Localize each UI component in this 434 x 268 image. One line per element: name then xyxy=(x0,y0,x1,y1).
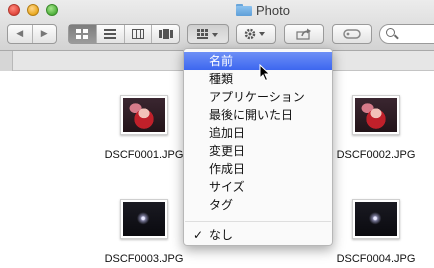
file-item[interactable]: DSCF0001.JPG xyxy=(96,95,192,161)
close-window-button[interactable] xyxy=(8,4,20,16)
menu-item-date-modified[interactable]: 変更日 xyxy=(184,142,332,160)
arrange-grid-icon xyxy=(197,29,218,39)
share-button[interactable] xyxy=(284,24,324,44)
menu-item-date-created[interactable]: 作成日 xyxy=(184,160,332,178)
window-title: Photo xyxy=(236,2,290,18)
menu-item-kind[interactable]: 種類 xyxy=(184,70,332,88)
window-title-text: Photo xyxy=(256,2,290,18)
list-view-icon xyxy=(104,29,117,39)
forward-arrow-icon: ▶ xyxy=(40,29,48,39)
list-view-button[interactable] xyxy=(95,25,124,43)
forward-button[interactable]: ▶ xyxy=(31,25,57,43)
window-titlebar: Photo ◀ ▶ xyxy=(0,0,434,51)
back-arrow-icon: ◀ xyxy=(16,29,24,39)
back-forward-buttons: ◀ ▶ xyxy=(7,24,57,44)
menu-item-last-opened[interactable]: 最後に開いた日 xyxy=(184,106,332,124)
file-thumbnail xyxy=(352,199,400,239)
arrange-menu: 名前 種類 アプリケーション 最後に開いた日 追加日 変更日 作成日 サイズ タ… xyxy=(183,48,333,246)
search-field[interactable] xyxy=(379,24,434,44)
view-mode-segmented-control xyxy=(68,24,180,44)
menu-item-name[interactable]: 名前 xyxy=(184,52,332,70)
minimize-window-button[interactable] xyxy=(27,4,39,16)
arrange-button[interactable] xyxy=(187,24,229,44)
tag-icon xyxy=(343,29,361,39)
menu-item-application[interactable]: アプリケーション xyxy=(184,88,332,106)
file-thumbnail xyxy=(120,199,168,239)
file-item[interactable]: DSCF0004.JPG xyxy=(328,199,424,265)
share-icon xyxy=(296,28,311,40)
tab-bar-edge xyxy=(0,51,13,71)
folder-icon xyxy=(236,4,252,16)
photo-thumbnail-image xyxy=(123,98,165,132)
menu-separator xyxy=(185,221,331,222)
menu-item-none[interactable]: ✓ なし xyxy=(184,226,332,244)
file-name: DSCF0004.JPG xyxy=(336,253,416,265)
checkmark-icon: ✓ xyxy=(193,228,204,242)
search-icon xyxy=(386,28,395,37)
file-name: DSCF0002.JPG xyxy=(336,149,416,161)
file-item[interactable]: DSCF0002.JPG xyxy=(328,95,424,161)
photo-thumbnail-image xyxy=(123,202,165,236)
coverflow-view-button[interactable] xyxy=(151,25,179,43)
menu-item-none-label: なし xyxy=(209,228,234,242)
menu-item-size[interactable]: サイズ xyxy=(184,178,332,196)
file-item[interactable]: DSCF0003.JPG xyxy=(96,199,192,265)
gear-icon xyxy=(244,28,265,40)
tags-button[interactable] xyxy=(332,24,372,44)
file-name: DSCF0001.JPG xyxy=(104,149,184,161)
icon-view-icon xyxy=(76,29,89,39)
photo-thumbnail-image xyxy=(355,98,397,132)
file-thumbnail xyxy=(120,95,168,135)
column-view-icon xyxy=(131,29,144,39)
back-button[interactable]: ◀ xyxy=(8,25,32,43)
menu-item-date-added[interactable]: 追加日 xyxy=(184,124,332,142)
column-view-button[interactable] xyxy=(123,25,152,43)
file-thumbnail xyxy=(352,95,400,135)
menu-item-tags[interactable]: タグ xyxy=(184,196,332,214)
action-button[interactable] xyxy=(236,24,276,44)
coverflow-view-icon xyxy=(158,29,173,39)
file-name: DSCF0003.JPG xyxy=(104,253,184,265)
mouse-cursor-icon xyxy=(259,64,271,82)
icon-view-button[interactable] xyxy=(69,25,96,43)
zoom-window-button[interactable] xyxy=(46,4,58,16)
photo-thumbnail-image xyxy=(355,202,397,236)
